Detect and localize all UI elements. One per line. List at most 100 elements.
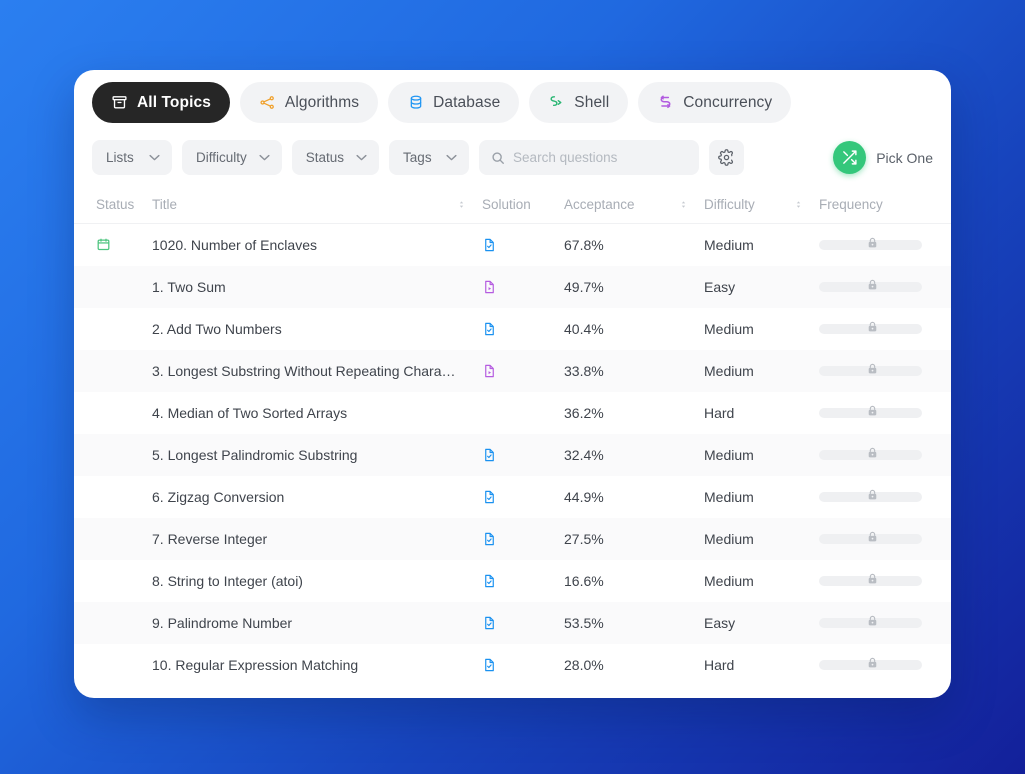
column-header-label: Status [96, 197, 134, 212]
cell-acceptance: 36.2% [564, 392, 704, 434]
cell-solution [482, 350, 564, 392]
table-row[interactable]: 2. Add Two Numbers 40.4%Medium [74, 308, 951, 350]
filter-dropdown-status[interactable]: Status [292, 140, 379, 175]
filter-dropdown-label: Status [306, 150, 344, 165]
filter-dropdown-label: Difficulty [196, 150, 247, 165]
frequency-bar [819, 450, 922, 460]
column-header-title[interactable]: Title [152, 188, 482, 224]
cell-title[interactable]: 6. Zigzag Conversion [152, 476, 482, 518]
frequency-bar [819, 408, 922, 418]
gear-icon [718, 149, 735, 166]
cell-status [74, 266, 152, 308]
topic-tab-label: All Topics [137, 94, 211, 112]
chevron-down-icon [149, 154, 160, 161]
cell-frequency [819, 224, 951, 266]
cell-difficulty: Hard [704, 392, 819, 434]
sort-icon[interactable] [457, 198, 466, 211]
topic-tab-concurrency[interactable]: Concurrency [638, 82, 791, 123]
solution-doc-icon[interactable] [482, 573, 564, 589]
column-header-label: Title [152, 197, 177, 212]
lock-icon [866, 319, 879, 335]
cell-title[interactable]: 1020. Number of Enclaves [152, 224, 482, 266]
solution-doc-icon[interactable] [482, 321, 564, 337]
column-header-difficulty[interactable]: Difficulty [704, 188, 819, 224]
sort-icon[interactable] [679, 198, 688, 211]
cell-status [74, 434, 152, 476]
filter-dropdown-tags[interactable]: Tags [389, 140, 469, 175]
cell-title[interactable]: 1. Two Sum [152, 266, 482, 308]
cell-solution [482, 476, 564, 518]
settings-button[interactable] [709, 140, 744, 175]
cell-frequency [819, 308, 951, 350]
lock-icon [866, 571, 879, 587]
frequency-bar [819, 534, 922, 544]
lock-icon [866, 529, 879, 545]
filter-bar: Lists Difficulty Status Tags [74, 129, 951, 188]
cell-title[interactable]: 8. String to Integer (atoi) [152, 560, 482, 602]
cell-title[interactable]: 7. Reverse Integer [152, 518, 482, 560]
cell-title[interactable]: 2. Add Two Numbers [152, 308, 482, 350]
cell-title[interactable]: 4. Median of Two Sorted Arrays [152, 392, 482, 434]
filter-dropdown-lists[interactable]: Lists [92, 140, 172, 175]
sort-icon[interactable] [794, 198, 803, 211]
solution-doc-icon[interactable] [482, 657, 564, 673]
search-icon [491, 151, 505, 165]
cell-frequency [819, 350, 951, 392]
cell-difficulty: Easy [704, 602, 819, 644]
solution-doc-icon[interactable] [482, 615, 564, 631]
solution-doc-icon[interactable] [482, 531, 564, 547]
search-box[interactable] [479, 140, 699, 175]
table-row[interactable]: 7. Reverse Integer27.5%Medium [74, 518, 951, 560]
solution-doc-icon[interactable] [482, 489, 564, 505]
column-header-acceptance[interactable]: Acceptance [564, 188, 704, 224]
table-row[interactable]: 6. Zigzag Conversion44.9%Medium [74, 476, 951, 518]
topic-tab-all-topics[interactable]: All Topics [92, 82, 230, 123]
cell-status [74, 350, 152, 392]
topic-tab-label: Database [433, 94, 500, 112]
cell-solution [482, 518, 564, 560]
table-row[interactable]: 1. Two Sum49.7%Easy [74, 266, 951, 308]
chevron-down-icon [356, 154, 367, 161]
problem-table: StatusTitleSolutionAcceptanceDifficultyF… [74, 188, 951, 686]
lock-icon [866, 487, 879, 503]
topic-tab-database[interactable]: Database [388, 82, 519, 123]
topic-tab-algorithms[interactable]: Algorithms [240, 82, 378, 123]
pick-one-button[interactable]: Pick One [833, 141, 933, 174]
frequency-bar [819, 282, 922, 292]
cell-title[interactable]: 3. Longest Substring Without Repeating C… [152, 350, 482, 392]
solution-video-icon[interactable] [482, 279, 564, 295]
table-row[interactable]: 3. Longest Substring Without Repeating C… [74, 350, 951, 392]
cell-difficulty: Medium [704, 308, 819, 350]
table-row[interactable]: 4. Median of Two Sorted Arrays 36.2%Hard [74, 392, 951, 434]
column-header-solution: Solution [482, 188, 564, 224]
cell-acceptance: 40.4% [564, 308, 704, 350]
topic-tab-bar: All Topics Algorithms Database ShellConcurr… [74, 70, 951, 129]
cell-acceptance: 32.4% [564, 434, 704, 476]
filter-dropdown-difficulty[interactable]: Difficulty [182, 140, 282, 175]
solution-doc-icon[interactable] [482, 447, 564, 463]
topic-tab-shell[interactable]: Shell [529, 82, 628, 123]
table-row[interactable]: 1020. Number of Enclaves 67.8%Medium [74, 224, 951, 266]
cell-title[interactable]: 10. Regular Expression Matching [152, 644, 482, 686]
solution-doc-icon[interactable] [482, 237, 564, 253]
cell-solution [482, 644, 564, 686]
search-input[interactable] [513, 150, 687, 165]
cell-title[interactable]: 9. Palindrome Number [152, 602, 482, 644]
cell-difficulty: Medium [704, 476, 819, 518]
cell-acceptance: 67.8% [564, 224, 704, 266]
solution-video-icon[interactable] [482, 363, 564, 379]
cell-frequency [819, 476, 951, 518]
cell-difficulty: Hard [704, 644, 819, 686]
cell-solution [482, 602, 564, 644]
table-row[interactable]: 5. Longest Palindromic Substring32.4%Med… [74, 434, 951, 476]
filter-dropdown-label: Tags [403, 150, 432, 165]
cell-difficulty: Medium [704, 224, 819, 266]
lock-icon [866, 655, 879, 671]
table-row[interactable]: 10. Regular Expression Matching28.0%Hard [74, 644, 951, 686]
topic-tab-label: Algorithms [285, 94, 359, 112]
column-header-label: Difficulty [704, 197, 755, 212]
lock-icon [866, 235, 879, 251]
cell-title[interactable]: 5. Longest Palindromic Substring [152, 434, 482, 476]
table-row[interactable]: 8. String to Integer (atoi)16.6%Medium [74, 560, 951, 602]
table-row[interactable]: 9. Palindrome Number53.5%Easy [74, 602, 951, 644]
